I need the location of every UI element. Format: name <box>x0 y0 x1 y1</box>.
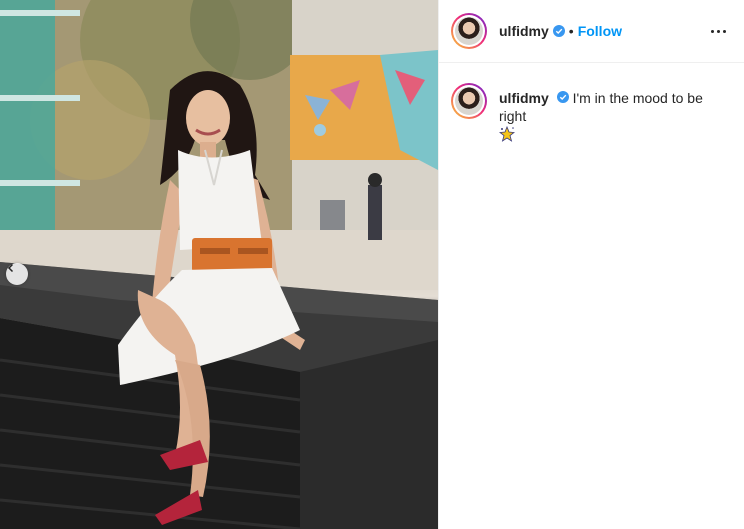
caption: ulfidmy I'm in the mood to be right <box>498 89 730 146</box>
photo-scene <box>0 0 438 529</box>
sparkling-star-emoji-icon <box>498 125 730 146</box>
carousel-prev-button[interactable] <box>6 263 28 285</box>
caption-row: ulfidmy I'm in the mood to be right <box>439 63 744 146</box>
post-view: ulfidmy • Follow ulfidmy I'm in the mood… <box>0 0 744 529</box>
follow-button[interactable]: Follow <box>578 23 622 39</box>
verified-badge-icon <box>552 25 565 37</box>
separator-dot: • <box>568 23 574 39</box>
caption-avatar[interactable] <box>451 83 487 119</box>
header-username[interactable]: ulfidmy <box>499 23 549 39</box>
chevron-left-icon <box>7 263 14 273</box>
avatar[interactable] <box>451 13 487 49</box>
verified-badge-icon <box>556 91 569 103</box>
post-photo[interactable] <box>0 0 438 529</box>
profile-photo <box>455 87 483 115</box>
profile-photo <box>455 17 483 45</box>
more-options-icon[interactable] <box>707 26 730 37</box>
caption-username[interactable]: ulfidmy <box>499 90 549 106</box>
post-side-panel: ulfidmy • Follow ulfidmy I'm in the mood… <box>438 0 744 529</box>
post-header: ulfidmy • Follow <box>439 0 744 63</box>
